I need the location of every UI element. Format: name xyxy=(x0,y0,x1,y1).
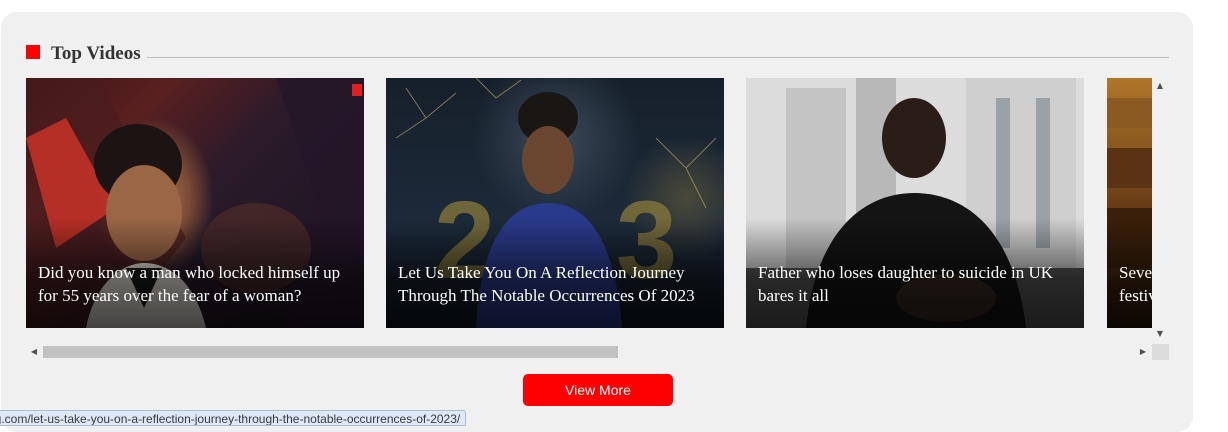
video-title[interactable]: Father who loses daughter to suicide in … xyxy=(758,261,1074,307)
horizontal-scrollbar[interactable]: ◀ ▶ xyxy=(26,344,1169,360)
video-carousel: Did you know a man who locked himself up… xyxy=(26,78,1152,328)
scrollbar-thumb[interactable] xyxy=(43,346,618,358)
video-title[interactable]: Let Us Take You On A Reflection Journey … xyxy=(398,261,714,307)
section-heading: Top Videos xyxy=(26,43,1169,67)
scrollbar-corner xyxy=(1152,344,1169,360)
video-card[interactable]: Did you know a man who locked himself up… xyxy=(26,78,364,328)
video-title[interactable]: Seve festiv xyxy=(1119,261,1152,307)
arrow-left-icon[interactable]: ◀ xyxy=(26,344,42,360)
section-title: Top Videos xyxy=(51,43,147,65)
video-card[interactable]: Seve festiv xyxy=(1107,78,1152,328)
arrow-up-icon[interactable]: ▲ xyxy=(1152,78,1168,94)
view-more-button[interactable]: View More xyxy=(523,374,673,406)
arrow-down-icon[interactable]: ▼ xyxy=(1152,326,1168,342)
video-card[interactable]: 2 3 Let Us Take You On A Reflection Jour… xyxy=(386,78,724,328)
heading-square-icon xyxy=(26,45,40,59)
status-url: ng.com/let-us-take-you-on-a-reflection-j… xyxy=(0,412,461,426)
heading-divider xyxy=(146,57,1169,58)
arrow-right-icon[interactable]: ▶ xyxy=(1135,344,1151,360)
link-preview-statusbar: ng.com/let-us-take-you-on-a-reflection-j… xyxy=(0,410,467,426)
video-card[interactable]: Father who loses daughter to suicide in … xyxy=(746,78,1084,328)
video-title[interactable]: Did you know a man who locked himself up… xyxy=(38,261,354,307)
vertical-scrollbar[interactable]: ▲ ▼ xyxy=(1152,78,1169,344)
